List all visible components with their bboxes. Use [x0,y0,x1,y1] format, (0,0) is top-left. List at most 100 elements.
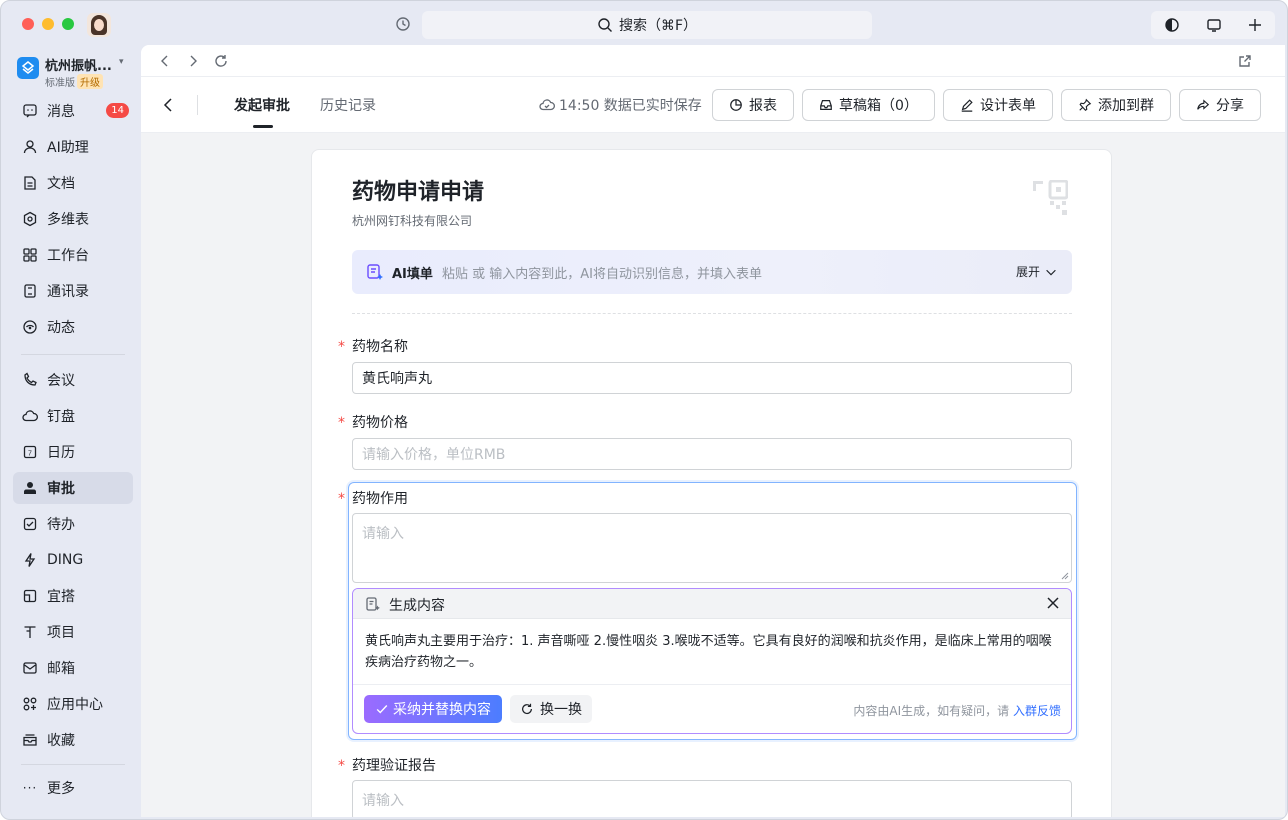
sidebar-item-workbench[interactable]: 工作台 [13,239,133,271]
report-button-label: 报表 [749,98,777,114]
active-tab-indicator [253,125,273,128]
upgrade-badge[interactable]: 升级 [77,74,103,89]
close-window-button[interactable] [22,18,34,30]
tab-start-approval[interactable]: 发起审批 [234,95,290,115]
sidebar-item-tables[interactable]: 多维表 [13,203,133,235]
accept-button-label: 采纳并替换内容 [393,702,491,718]
sidebar-item-label: 消息 [47,104,75,120]
sidebar-item-more[interactable]: ··· 更多 [13,772,133,804]
sidebar-item-project[interactable]: 项目 [13,616,133,648]
drug-name-input[interactable]: 黄氏响声丸 [352,362,1072,394]
sidebar-item-feed[interactable]: 动态 [13,311,133,343]
qr-code-icon[interactable] [1032,180,1068,216]
unread-badge: 14 [106,103,129,118]
field-label-pharma-report: 药理验证报告 [352,758,436,774]
design-form-button[interactable]: 设计表单 [943,89,1053,121]
report-button[interactable]: 报表 [712,89,794,121]
sidebar-item-label: 更多 [47,781,75,797]
screen-cast-icon[interactable] [1200,11,1228,39]
sidebar-item-ding[interactable]: DING [13,544,133,576]
required-mark: * [338,415,345,431]
generated-panel-divider [353,684,1071,685]
search-placeholder: 搜索（⌘F） [618,18,698,34]
sidebar-item-app-center[interactable]: 应用中心 [13,688,133,720]
refresh-icon[interactable] [213,53,229,69]
check-icon [376,705,388,714]
regenerate-button-label: 换一换 [540,702,582,718]
sidebar-item-contacts[interactable]: 通讯录 [13,275,133,307]
pie-chart-icon [730,99,742,111]
ai-fill-bar[interactable]: AI填单 粘贴 或 输入内容到此，AI将自动识别信息，并填入表单 展开 [352,250,1072,294]
sidebar-item-drive[interactable]: 钉盘 [13,400,133,432]
close-icon[interactable] [1045,595,1061,611]
pharma-report-input[interactable]: 请输入 [352,780,1072,817]
ding-icon [21,551,39,569]
browser-bar [141,45,1285,77]
sidebar-item-yida[interactable]: 宜搭 [13,580,133,612]
accept-replace-button[interactable]: 采纳并替换内容 [364,695,502,723]
sidebar-item-calendar[interactable]: 7 日历 [13,436,133,468]
sidebar-item-label: AI助理 [47,140,89,156]
sidebar-item-label: 宜搭 [47,589,75,605]
sidebar-item-label: 项目 [47,625,75,641]
approval-icon [21,479,39,497]
sidebar-item-ai-assistant[interactable]: AI助理 [13,131,133,163]
search-icon [598,18,612,32]
ai-fill-expand-toggle[interactable]: 展开 [1016,263,1058,280]
design-form-button-label: 设计表单 [980,98,1036,114]
minimize-window-button[interactable] [42,18,54,30]
sidebar-item-meeting[interactable]: 会议 [13,364,133,396]
contacts-icon [21,282,39,300]
sidebar-item-messages[interactable]: 消息 14 [13,95,133,127]
feedback-link[interactable]: 入群反馈 [1013,704,1061,718]
nav-forward-icon[interactable] [185,53,201,69]
sidebar-item-todo[interactable]: 待办 [13,508,133,540]
sidebar-item-docs[interactable]: 文档 [13,167,133,199]
inbox-icon [820,100,832,110]
back-arrow-icon[interactable] [161,97,177,113]
theme-toggle-icon[interactable] [1158,11,1186,39]
generated-text: 黄氏响声丸主要用于治疗：1. 声音嘶哑 2.慢性咽炎 3.喉咙不适等。它具有良好… [365,634,1052,670]
edit-icon [961,99,973,112]
regenerate-button[interactable]: 换一换 [510,695,592,723]
add-to-group-button[interactable]: 添加到群 [1061,89,1171,121]
yida-icon [21,587,39,605]
pin-icon [1079,98,1092,111]
org-switcher[interactable]: 杭州振帆... ▾ 标准版 升级 [15,53,135,89]
drug-effect-textarea[interactable]: 请输入 [352,513,1072,583]
nav-back-icon[interactable] [157,53,173,69]
sidebar-item-label: 文档 [47,176,75,192]
ai-fill-hint: 粘贴 或 输入内容到此，AI将自动识别信息，并填入表单 [442,267,762,282]
sidebar-item-label: 应用中心 [47,697,103,713]
required-mark: * [338,758,345,774]
textarea-placeholder: 请输入 [362,526,404,542]
autosave-status: 14:50 数据已实时保存 [539,95,702,115]
sidebar-item-favorites[interactable]: 收藏 [13,724,133,756]
sidebar-item-label: 动态 [47,320,75,336]
tab-history[interactable]: 历史记录 [320,95,376,115]
feed-icon [21,318,39,336]
field-label-drug-price: 药物价格 [352,415,408,431]
share-button[interactable]: 分享 [1179,89,1261,121]
share-icon [1197,99,1210,110]
form-title: 药物申请申请 [352,180,485,205]
chevron-down-icon [1046,269,1056,275]
drafts-button[interactable]: 草稿箱（0） [802,89,935,121]
user-avatar[interactable] [87,13,111,37]
history-icon[interactable] [395,16,411,32]
new-tab-plus-icon[interactable] [1241,11,1269,39]
project-icon [21,623,39,641]
sidebar: 杭州振帆... ▾ 标准版 升级 消息 14 AI助理 文档 多维表 工作台 通… [1,47,141,819]
resize-handle-icon[interactable] [1061,572,1069,580]
required-mark: * [338,491,345,507]
meeting-icon [21,371,39,389]
generated-panel-header: 生成内容 [353,589,1071,619]
maximize-window-button[interactable] [62,18,74,30]
sidebar-item-approval[interactable]: 审批 [13,472,133,504]
open-external-icon[interactable] [1237,53,1253,69]
sidebar-item-label: 工作台 [47,248,89,264]
global-search-bar[interactable]: 搜索（⌘F） [422,11,872,39]
ai-generated-panel: 生成内容 黄氏响声丸主要用于治疗：1. 声音嘶哑 2.慢性咽炎 3.喉咙不适等。… [352,588,1072,734]
drug-price-input[interactable]: 请输入价格，单位RMB [352,438,1072,470]
sidebar-item-mail[interactable]: 邮箱 [13,652,133,684]
